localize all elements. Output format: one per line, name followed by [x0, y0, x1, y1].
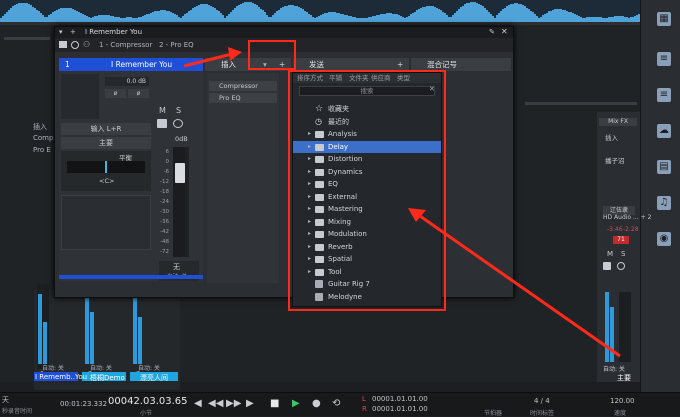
left-marker: L: [362, 395, 366, 403]
record-icon[interactable]: ●: [312, 398, 321, 409]
loop-end[interactable]: 00001.01.01.00: [372, 405, 428, 413]
record-time-label: 天: [2, 396, 9, 404]
bars-display[interactable]: 00042.03.03.65: [108, 396, 188, 407]
tempo-display[interactable]: 120.00: [610, 397, 635, 405]
loop-toggle-icon[interactable]: ⟲: [332, 398, 340, 409]
transport-bar: 天 秒录音时间 00:01:23.332 00042.03.03.65 小节 ◀…: [0, 392, 680, 417]
next-icon[interactable]: ▶: [246, 398, 254, 409]
annotation-arrows: [183, 47, 621, 358]
rewind-icon[interactable]: ◀◀: [208, 398, 223, 409]
record-time-sub: 秒录音时间: [2, 408, 33, 415]
stop-icon[interactable]: ■: [270, 398, 279, 409]
fast-forward-icon[interactable]: ▶▶: [226, 398, 241, 409]
time-signature[interactable]: 4 / 4: [534, 397, 550, 405]
loop-icon[interactable]: ◀: [194, 398, 202, 409]
right-marker: R: [362, 405, 367, 413]
loop-start[interactable]: 00001.01.01.00: [372, 395, 428, 403]
time-display[interactable]: 00:01:23.332: [60, 400, 107, 408]
play-icon[interactable]: ▶: [292, 398, 300, 409]
